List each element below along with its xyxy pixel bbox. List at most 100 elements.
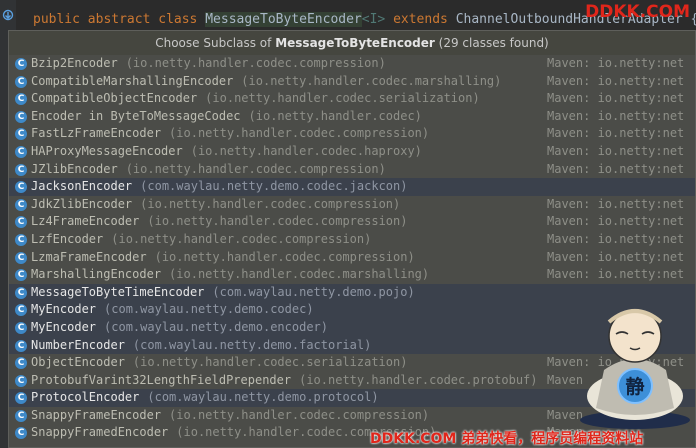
subclass-list-item[interactable]: C Lz4FrameEncoder (io.netty.handler.codec.… <box>9 213 695 231</box>
subclass-source: Maven: io.netty:net <box>547 267 685 282</box>
subclass-class-name: SnappyFrameEncoder <box>31 407 162 422</box>
class-icon: C <box>15 233 27 246</box>
class-icon: C <box>15 110 27 123</box>
type-parameter: <I> <box>361 12 386 27</box>
subclass-class-name: MyEncoder <box>31 302 97 317</box>
subclass-package: (io.netty.handler.codec.marshalling) <box>169 267 430 282</box>
subclass-name: SnappyFrameEncoder (io.netty.handler.code… <box>31 407 429 425</box>
keyword-extends: extends <box>393 12 448 27</box>
class-icon: C <box>15 198 27 211</box>
popup-title-prefix: Choose Subclass of <box>155 36 272 50</box>
subclass-package: (io.netty.handler.codec.compression) <box>169 407 430 422</box>
subclass-list-item[interactable]: C LzfEncoder (io.netty.handler.codec.compr… <box>9 231 695 249</box>
subclass-list-item[interactable]: C Bzip2Encoder (io.netty.handler.codec.com… <box>9 55 695 73</box>
subclass-list-item[interactable]: C JZlibEncoder (io.netty.handler.codec.com… <box>9 161 695 179</box>
subclass-source: Maven: io.netty:net <box>547 126 685 141</box>
subclass-class-name: HAProxyMessageEncoder <box>31 143 183 158</box>
subclass-list-item[interactable]: C Encoder in ByteToMessageCodec (io.netty.… <box>9 108 695 126</box>
subclass-name: CompatibleObjectEncoder (io.netty.handler… <box>31 90 480 108</box>
class-name[interactable]: MessageToByteEncoder <box>205 12 362 27</box>
subclass-package: (com.waylau.netty.demo.factorial) <box>132 337 372 352</box>
subclass-name: MyEncoder (com.waylau.netty.demo.codec) <box>31 301 314 319</box>
subclass-list-item[interactable]: C JdkZlibEncoder (io.netty.handler.codec.c… <box>9 196 695 214</box>
subclass-class-name: NumberEncoder <box>31 337 125 352</box>
subclass-source: Maven: io.netty:net <box>547 143 685 158</box>
popup-title-class: MessageToByteEncoder <box>275 36 435 50</box>
subclass-class-name: ProtocolEncoder <box>31 390 140 405</box>
subclass-class-name: MarshallingEncoder <box>31 267 162 282</box>
subclass-source: Maven: io.netty:net <box>547 108 685 123</box>
subclass-list-item[interactable]: C JacksonEncoder (com.waylau.netty.demo.co… <box>9 178 695 196</box>
subclass-source: Maven: io.netty:net <box>547 56 685 70</box>
subclass-source: Maven: io.netty:net <box>547 91 685 106</box>
class-icon: C <box>15 93 27 106</box>
subclass-name: MarshallingEncoder (io.netty.handler.code… <box>31 266 429 284</box>
subclass-name: FastLzFrameEncoder (io.netty.handler.code… <box>31 125 429 143</box>
subclass-package: (io.netty.handler.codec.compression) <box>154 249 415 264</box>
subclass-name: JdkZlibEncoder (io.netty.handler.codec.co… <box>31 196 400 214</box>
subclass-list-item[interactable]: C CompatibleObjectEncoder (io.netty.handle… <box>9 90 695 108</box>
class-icon: C <box>15 269 27 282</box>
subclass-list-item[interactable]: C FastLzFrameEncoder (io.netty.handler.cod… <box>9 125 695 143</box>
subclass-class-name: JZlibEncoder <box>31 161 118 176</box>
class-icon: C <box>15 128 27 141</box>
subclass-package: (io.netty.handler.codec.serialization) <box>205 91 480 106</box>
subclass-name: MessageToByteTimeEncoder (com.waylau.nett… <box>31 284 415 302</box>
class-icon: C <box>15 392 27 405</box>
class-icon: C <box>15 251 27 264</box>
subclass-package: (io.netty.handler.codec.serialization) <box>132 355 408 370</box>
subclass-name: JZlibEncoder (io.netty.handler.codec.comp… <box>31 161 386 179</box>
subclass-list-item[interactable]: C HAProxyMessageEncoder (io.netty.handler.… <box>9 143 695 161</box>
subclass-class-name: MessageToByteTimeEncoder <box>31 284 205 299</box>
subclass-class-name: CompatibleObjectEncoder <box>31 91 198 106</box>
keyword-abstract: abstract <box>87 12 151 27</box>
subclass-package: (io.netty.handler.codec.compression) <box>169 126 430 141</box>
subclass-list-item[interactable]: C MessageToByteTimeEncoder (com.waylau.net… <box>9 283 695 302</box>
implemented-gutter-icon[interactable] <box>2 9 14 21</box>
subclass-source: Maven: io.netty:net <box>547 73 685 88</box>
subclass-name: ProtocolEncoder (com.waylau.netty.demo.pr… <box>31 389 379 407</box>
subclass-package: (com.waylau.netty.demo.codec) <box>104 302 314 317</box>
subclass-class-name: LzfEncoder <box>31 231 104 246</box>
subclass-package: (io.netty.handler.codec.compression) <box>125 56 386 70</box>
subclass-source: Maven: io.netty:net <box>547 214 685 229</box>
subclass-class-name: CompatibleMarshallingEncoder <box>31 73 234 88</box>
class-icon: C <box>15 409 27 422</box>
class-icon: C <box>15 58 27 70</box>
subclass-package: (io.netty.handler.codec.haproxy) <box>190 143 422 158</box>
class-icon: C <box>15 321 27 334</box>
keyword-public: public <box>33 12 80 27</box>
subclass-name: JacksonEncoder (com.waylau.netty.demo.cod… <box>31 178 407 196</box>
subclass-name: Lz4FrameEncoder (io.netty.handler.codec.c… <box>31 213 407 231</box>
class-icon: C <box>15 75 27 88</box>
subclass-package: (com.waylau.netty.demo.protocol) <box>147 390 379 405</box>
meditating-mascot-image: 静 <box>580 309 690 429</box>
subclass-name: Encoder in ByteToMessageCodec (io.netty.h… <box>31 108 422 126</box>
subclass-class-name: Encoder in ByteToMessageCodec <box>31 108 241 123</box>
subclass-class-name: SnappyFramedEncoder <box>31 425 169 440</box>
subclass-package: (com.waylau.netty.demo.pojo) <box>212 284 415 299</box>
subclass-name: CompatibleMarshallingEncoder (io.netty.ha… <box>31 73 501 91</box>
subclass-class-name: JdkZlibEncoder <box>31 196 133 211</box>
mascot-glyph: 静 <box>625 375 644 398</box>
subclass-list-item[interactable]: C CompatibleMarshallingEncoder (io.netty.h… <box>9 73 695 91</box>
class-icon: C <box>15 216 27 229</box>
subclass-source: Maven: io.netty:net <box>547 231 685 246</box>
subclass-list-item[interactable]: C MarshallingEncoder (io.netty.handler.cod… <box>9 266 695 284</box>
class-icon: C <box>15 304 27 317</box>
subclass-package: (io.netty.handler.codec.marshalling) <box>241 73 502 88</box>
class-icon: C <box>15 339 27 352</box>
class-icon: C <box>15 145 27 158</box>
subclass-list-item[interactable]: C LzmaFrameEncoder (io.netty.handler.codec… <box>9 249 695 267</box>
subclass-package: (io.netty.handler.codec.compression) <box>125 161 386 176</box>
subclass-source: Maven: io.netty:net <box>547 249 685 264</box>
popup-title: Choose Subclass of MessageToByteEncoder … <box>9 31 695 55</box>
subclass-name: ProtobufVarint32LengthFieldPrepender (io.… <box>31 372 538 390</box>
keyword-class: class <box>158 12 198 27</box>
subclass-class-name: MyEncoder <box>31 319 97 334</box>
watermark-top: DDKK.COM <box>585 2 690 22</box>
subclass-package: (io.netty.handler.codec.compression) <box>140 196 401 211</box>
subclass-name: ObjectEncoder (io.netty.handler.codec.ser… <box>31 354 407 372</box>
class-icon: C <box>15 357 27 370</box>
subclass-class-name: ObjectEncoder <box>31 355 125 370</box>
